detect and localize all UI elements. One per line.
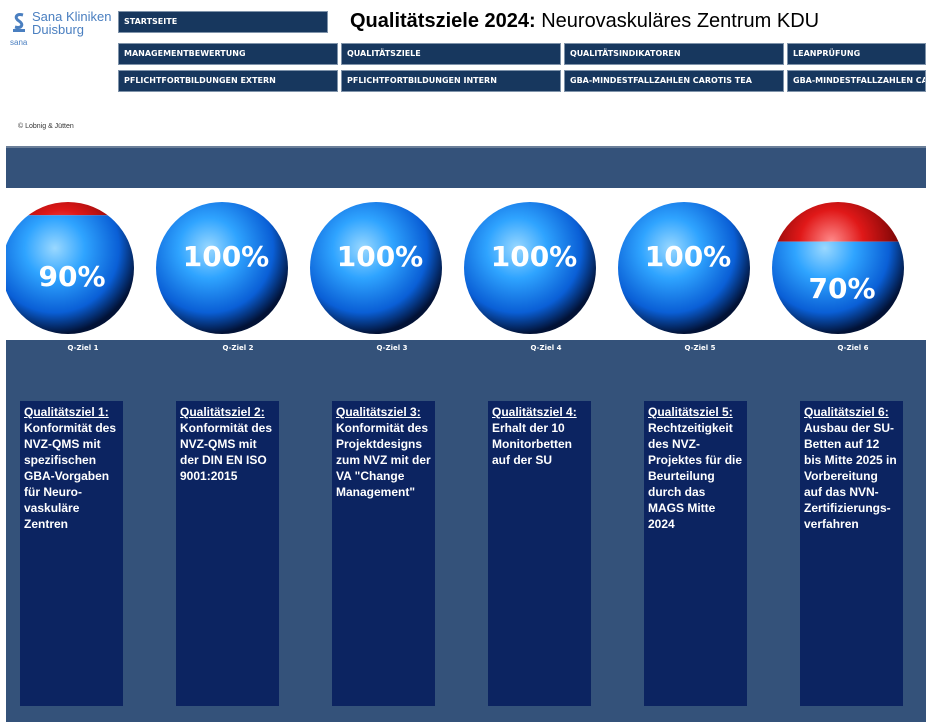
copyright: © Lobnig & Jütten [18,123,74,130]
nav-gba-carotis-tea-button[interactable]: GBA-MINDESTFALLZAHLEN CAROTIS TEA [564,70,784,92]
gauge-percent-label: 90% [38,260,105,293]
gauge-percent-label: 70% [808,272,875,305]
logo-sub: sana [10,38,28,47]
goal-card-title: Qualitätsziel 5: [648,405,733,419]
goal-card-text: Konformität des NVZ-QMS mit spezifischen… [24,421,117,531]
sana-logo: Sana Kliniken Duisburg sana [8,10,118,50]
gauge-percent-label: 100% [337,240,424,273]
goal-gauge-2: 100% [156,202,288,334]
gauge-percent-label: 100% [183,240,270,273]
logo-text: Sana Kliniken Duisburg [32,10,112,36]
goal-gauge-4: 100% [464,202,596,334]
nav-managementbewertung-button[interactable]: MANAGEMENTBEWERTUNG [118,43,338,65]
nav-gba-carot-button[interactable]: GBA-MINDESTFALLZAHLEN CAROT [787,70,926,92]
nav-pflichtfortbildungen-extern-button[interactable]: PFLICHTFORTBILDUNGEN EXTERN [118,70,338,92]
goal-card-2: Qualitätsziel 2: Konformität des NVZ-QMS… [176,401,279,706]
goal-card-text: Konformität des Projektdesigns zum NVZ m… [336,421,431,499]
goal-card-text: Konformität des NVZ-QMS mit der DIN EN I… [180,421,273,483]
goal-card-text: Erhalt der 10 Monitorbetten auf der SU [492,421,572,467]
gauge-percent-label: 100% [645,240,732,273]
goal-card-title: Qualitätsziel 6: [804,405,889,419]
goal-gauge-1: 90% [2,202,134,334]
goal-label-4: Q-Ziel 4 [530,344,562,352]
goal-label-5: Q-Ziel 5 [684,344,716,352]
goal-cards-area: Qualitätsziel 1: Konformität des NVZ-QMS… [6,356,926,722]
goal-gauge-3: 100% [310,202,442,334]
gauge-percent-label: 100% [491,240,578,273]
page-title: Qualitätsziele 2024: Neurovaskuläres Zen… [350,10,819,33]
nav-pflichtfortbildungen-intern-button[interactable]: PFLICHTFORTBILDUNGEN INTERN [341,70,561,92]
goal-gauge-5: 100% [618,202,750,334]
goal-label-3: Q-Ziel 3 [376,344,408,352]
goal-card-1: Qualitätsziel 1: Konformität des NVZ-QMS… [20,401,123,706]
logo-line2: Duisburg [32,22,85,37]
title-rest: Neurovaskuläres Zentrum KDU [535,10,820,32]
title-bold: Qualitätsziele 2024: [350,10,536,32]
goal-card-title: Qualitätsziel 3: [336,405,421,419]
gauge-row: 90% 100% 100% 100% 100% 70% [2,188,926,340]
goal-card-5: Qualitätsziel 5: Rechtzeitigkeit des NVZ… [644,401,747,706]
goal-card-title: Qualitätsziel 4: [492,405,577,419]
nav-qualitaetsindikatoren-button[interactable]: QUALITÄTSINDIKATOREN [564,43,784,65]
header-band [6,146,926,190]
sana-logo-icon [13,13,25,32]
goal-card-6: Qualitätsziel 6: Ausbau der SU-Betten au… [800,401,903,706]
goal-label-6: Q-Ziel 6 [837,344,869,352]
gauge-spheres: 90% 100% 100% 100% 100% 70% [2,202,904,334]
goal-card-title: Qualitätsziel 1: [24,405,109,419]
goal-card-title: Qualitätsziel 2: [180,405,265,419]
goal-label-1: Q-Ziel 1 [67,344,99,352]
goal-label-2: Q-Ziel 2 [222,344,254,352]
goal-card-3: Qualitätsziel 3: Konformität des Projekt… [332,401,435,706]
goal-card-text: Ausbau der SU-Betten auf 12 bis Mitte 20… [804,421,897,531]
nav-startseite-button[interactable]: STARTSEITE [118,11,328,33]
goal-card-text: Rechtzeitigkeit des NVZ-Projektes für di… [648,421,743,531]
goal-gauge-6: 70% [772,202,904,334]
goal-card-4: Qualitätsziel 4: Erhalt der 10 Monitorbe… [488,401,591,706]
nav-qualitaetsziele-button[interactable]: QUALITÄTSZIELE [341,43,561,65]
nav-leanpruefung-button[interactable]: LEANPRÜFUNG [787,43,926,65]
